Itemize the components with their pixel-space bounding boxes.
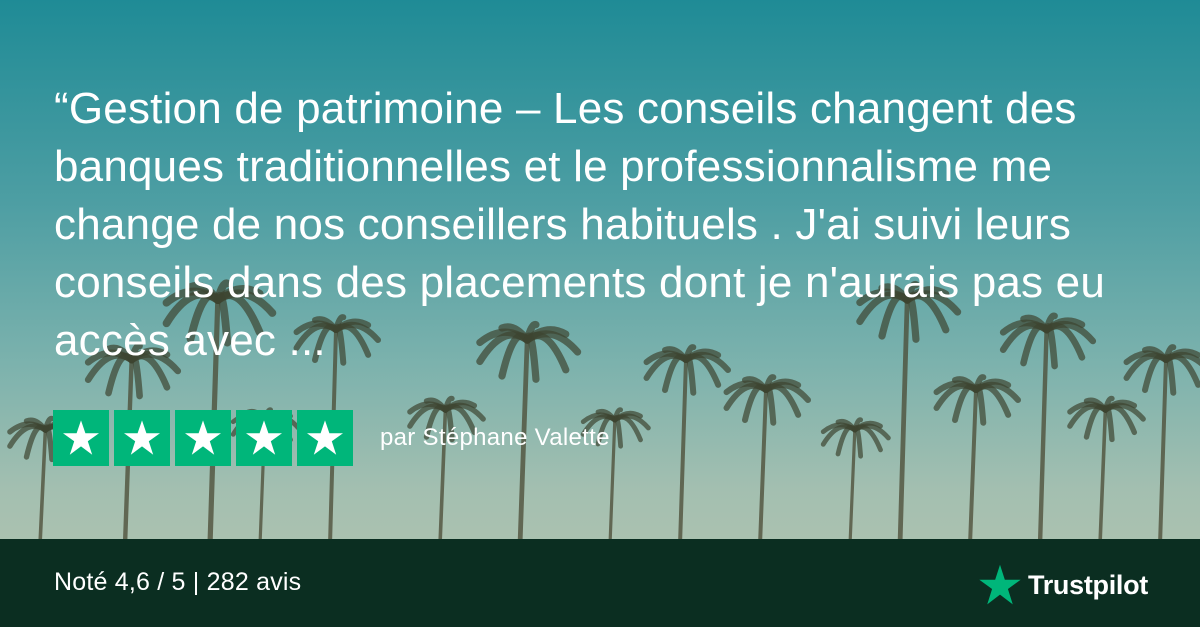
palm-frond — [835, 424, 858, 457]
palm-trunk — [608, 418, 617, 545]
palm-trunk — [848, 428, 857, 545]
star-icon — [175, 410, 231, 466]
palm-trunk — [678, 358, 688, 545]
star-icon — [53, 410, 109, 466]
palm-trunk — [1098, 408, 1108, 545]
palm-trunk — [968, 388, 978, 545]
review-quote: “Gestion de patrimoine – Les conseils ch… — [54, 84, 1105, 365]
rating-summary: Noté 4,6 / 5 | 282 avis — [54, 568, 302, 596]
footer-bar: Noté 4,6 / 5 | 282 avis Trustpilot — [0, 539, 1200, 627]
star-icon — [236, 410, 292, 466]
review-card: “Gestion de patrimoine – Les conseils ch… — [0, 0, 1200, 627]
palm-trunk — [758, 388, 768, 545]
review-author: par Stéphane Valette — [380, 424, 610, 451]
star-rating — [53, 410, 358, 466]
star-icon — [297, 410, 353, 466]
trustpilot-logo[interactable]: Trustpilot — [978, 563, 1148, 607]
palm-frond — [742, 383, 769, 424]
palm-frond — [952, 383, 979, 424]
palm-frond — [1083, 404, 1109, 440]
rating-row: par Stéphane Valette — [53, 410, 610, 466]
palm-trunk — [1158, 358, 1168, 545]
trustpilot-star-icon — [979, 564, 1021, 605]
palm-trunk — [38, 428, 48, 545]
star-icon — [114, 410, 170, 466]
trustpilot-wordmark: Trustpilot — [1028, 569, 1148, 600]
